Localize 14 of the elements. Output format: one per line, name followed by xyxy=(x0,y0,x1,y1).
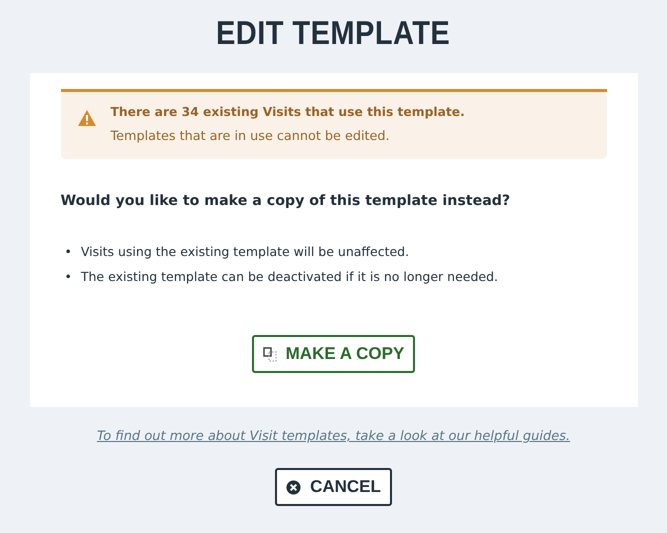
page-title: EDIT TEMPLATE xyxy=(216,14,451,53)
warning-icon xyxy=(76,109,96,127)
bullet-text: The existing template can be deactivated if it is no longer needed. xyxy=(80,268,498,286)
close-icon xyxy=(286,480,302,494)
cancel-button[interactable]: CANCEL xyxy=(275,468,392,506)
guides-link[interactable]: To find out more about Visit templates, take a look at our helpful guides. xyxy=(96,429,570,444)
bullet-marker: • xyxy=(64,268,72,286)
copy-icon xyxy=(262,346,277,362)
bullet-marker: • xyxy=(64,243,72,261)
make-copy-button[interactable]: MAKE A COPY xyxy=(252,335,416,373)
alert-heading: There are 34 existing Visits that use this template. xyxy=(110,105,465,119)
question-heading: Would you like to make a copy of this template instead? xyxy=(60,193,512,209)
alert-message: Templates that are in use cannot be edited. xyxy=(110,129,391,144)
bullet-text: Visits using the existing template will be unaffected. xyxy=(80,243,410,261)
